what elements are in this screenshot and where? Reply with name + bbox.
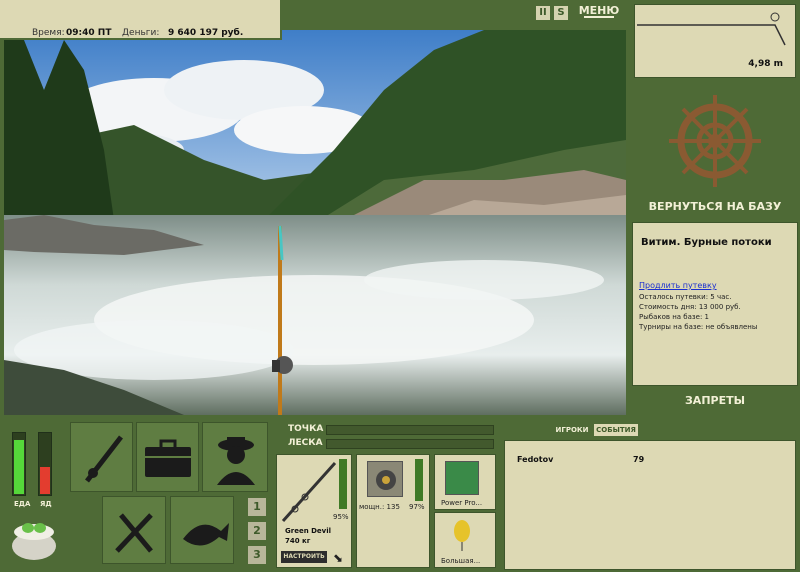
line-label: ЛЕСКА: [288, 438, 323, 448]
time-left: Осталось путевки: 5 час.: [639, 293, 732, 301]
food-bar: [12, 432, 26, 496]
base-wheel[interactable]: [630, 86, 800, 216]
rod-tip-track: [326, 425, 494, 435]
ship-wheel-icon: [669, 95, 761, 187]
poison-bar: [38, 432, 52, 496]
time-value: 09:40 ПТ: [66, 28, 112, 38]
rod-tip-gauge: ТОЧКА: [286, 424, 496, 436]
rod-health-bar: [339, 459, 347, 509]
rod-weight: 740 кг: [285, 537, 311, 545]
players-panel: ИГРОКИ СОБЫТИЯ Fedotov 79: [500, 418, 800, 572]
money-label: Деньги:: [122, 28, 160, 38]
rod-icon: [85, 435, 123, 483]
events-tab[interactable]: СОБЫТИЯ: [594, 424, 638, 436]
tackle-box-icon: [145, 439, 191, 477]
lure-name: Большая...: [441, 557, 481, 565]
extend-trip-link[interactable]: Продлить путевку: [639, 281, 717, 290]
players-list: Fedotov 79: [504, 440, 796, 570]
depth-meter: 4,98 m: [634, 4, 796, 78]
line-gauge: ЛЕСКА: [286, 438, 496, 450]
river-landscape: [4, 30, 626, 415]
rod-name: Green Devil: [285, 527, 332, 535]
reel-slot[interactable]: мощн.: 135 97%: [356, 454, 430, 568]
character-tile[interactable]: [202, 422, 268, 492]
fish-tile[interactable]: [170, 496, 234, 564]
poison-bar-fill: [40, 467, 50, 494]
rod-percent: 95%: [333, 513, 349, 521]
slot-button-3[interactable]: 3: [248, 546, 266, 564]
expand-arrow-icon[interactable]: ⬊: [333, 551, 343, 565]
slot-button-2[interactable]: 2: [248, 522, 266, 540]
fork-knife-icon: [115, 513, 153, 553]
player-name: Fedotov: [517, 455, 554, 464]
tournaments-status: Турниры на базе: не объявлены: [639, 323, 758, 331]
location-title: Витим. Бурные потоки: [641, 237, 772, 248]
food-label: ЕДА: [14, 500, 31, 508]
bans-button[interactable]: ЗАПРЕТЫ: [630, 394, 800, 412]
food-pot-icon[interactable]: [8, 516, 60, 562]
food-tile[interactable]: [102, 496, 166, 564]
info-panel: Время: 09:40 ПТ Деньги: 9 640 197 руб.: [0, 0, 282, 40]
rod-tool-tile[interactable]: [70, 422, 133, 492]
reel-percent: 97%: [409, 503, 425, 511]
food-bar-fill: [14, 440, 24, 494]
setup-button[interactable]: НАСТРОИТЬ: [281, 551, 327, 563]
status-column: ЕДА ЯД: [6, 422, 66, 568]
menu-button[interactable]: МЕНЮ: [578, 4, 620, 24]
tackle-box-tile[interactable]: [136, 422, 199, 492]
rod-image: [281, 461, 337, 523]
rod-tip-label: ТОЧКА: [288, 424, 324, 434]
fish-icon: [183, 523, 229, 546]
pause-button[interactable]: II: [536, 6, 550, 20]
poison-label: ЯД: [40, 500, 52, 508]
return-to-base-button[interactable]: ВЕРНУТЬСЯ НА БАЗУ: [630, 200, 800, 218]
depth-value: 4,98 m: [748, 59, 783, 69]
slot-button-1[interactable]: 1: [248, 498, 266, 516]
time-label: Время:: [32, 28, 65, 38]
fishing-scene[interactable]: [4, 30, 626, 415]
rod-slot[interactable]: 95% Green Devil 740 кг НАСТРОИТЬ ⬊: [276, 454, 352, 568]
line-image: [445, 461, 479, 495]
fisherman-icon: [217, 437, 255, 485]
spinner-lure-icon: [454, 520, 470, 551]
location-info-panel: Витим. Бурные потоки Продлить путевку Ос…: [632, 222, 798, 386]
anglers-count: Рыбаков на базе: 1: [639, 313, 709, 321]
line-slot[interactable]: Power Pro...: [434, 454, 496, 510]
lure-slot[interactable]: Большая...: [434, 512, 496, 568]
menu-underline: [584, 16, 614, 18]
reel-image: [367, 461, 403, 497]
player-score: 79: [633, 455, 645, 464]
reel-icon: [376, 470, 396, 490]
sound-button[interactable]: S: [554, 6, 568, 20]
reel-health-bar: [415, 459, 423, 501]
reel-power: мощн.: 135: [359, 503, 400, 511]
line-name: Power Pro...: [441, 499, 483, 507]
players-tab[interactable]: ИГРОКИ: [552, 424, 592, 436]
line-track: [326, 439, 494, 449]
money-value: 9 640 197 руб.: [168, 28, 244, 38]
lure-image: [445, 517, 479, 553]
day-cost: Стоимость дня: 13 000 руб.: [639, 303, 741, 311]
